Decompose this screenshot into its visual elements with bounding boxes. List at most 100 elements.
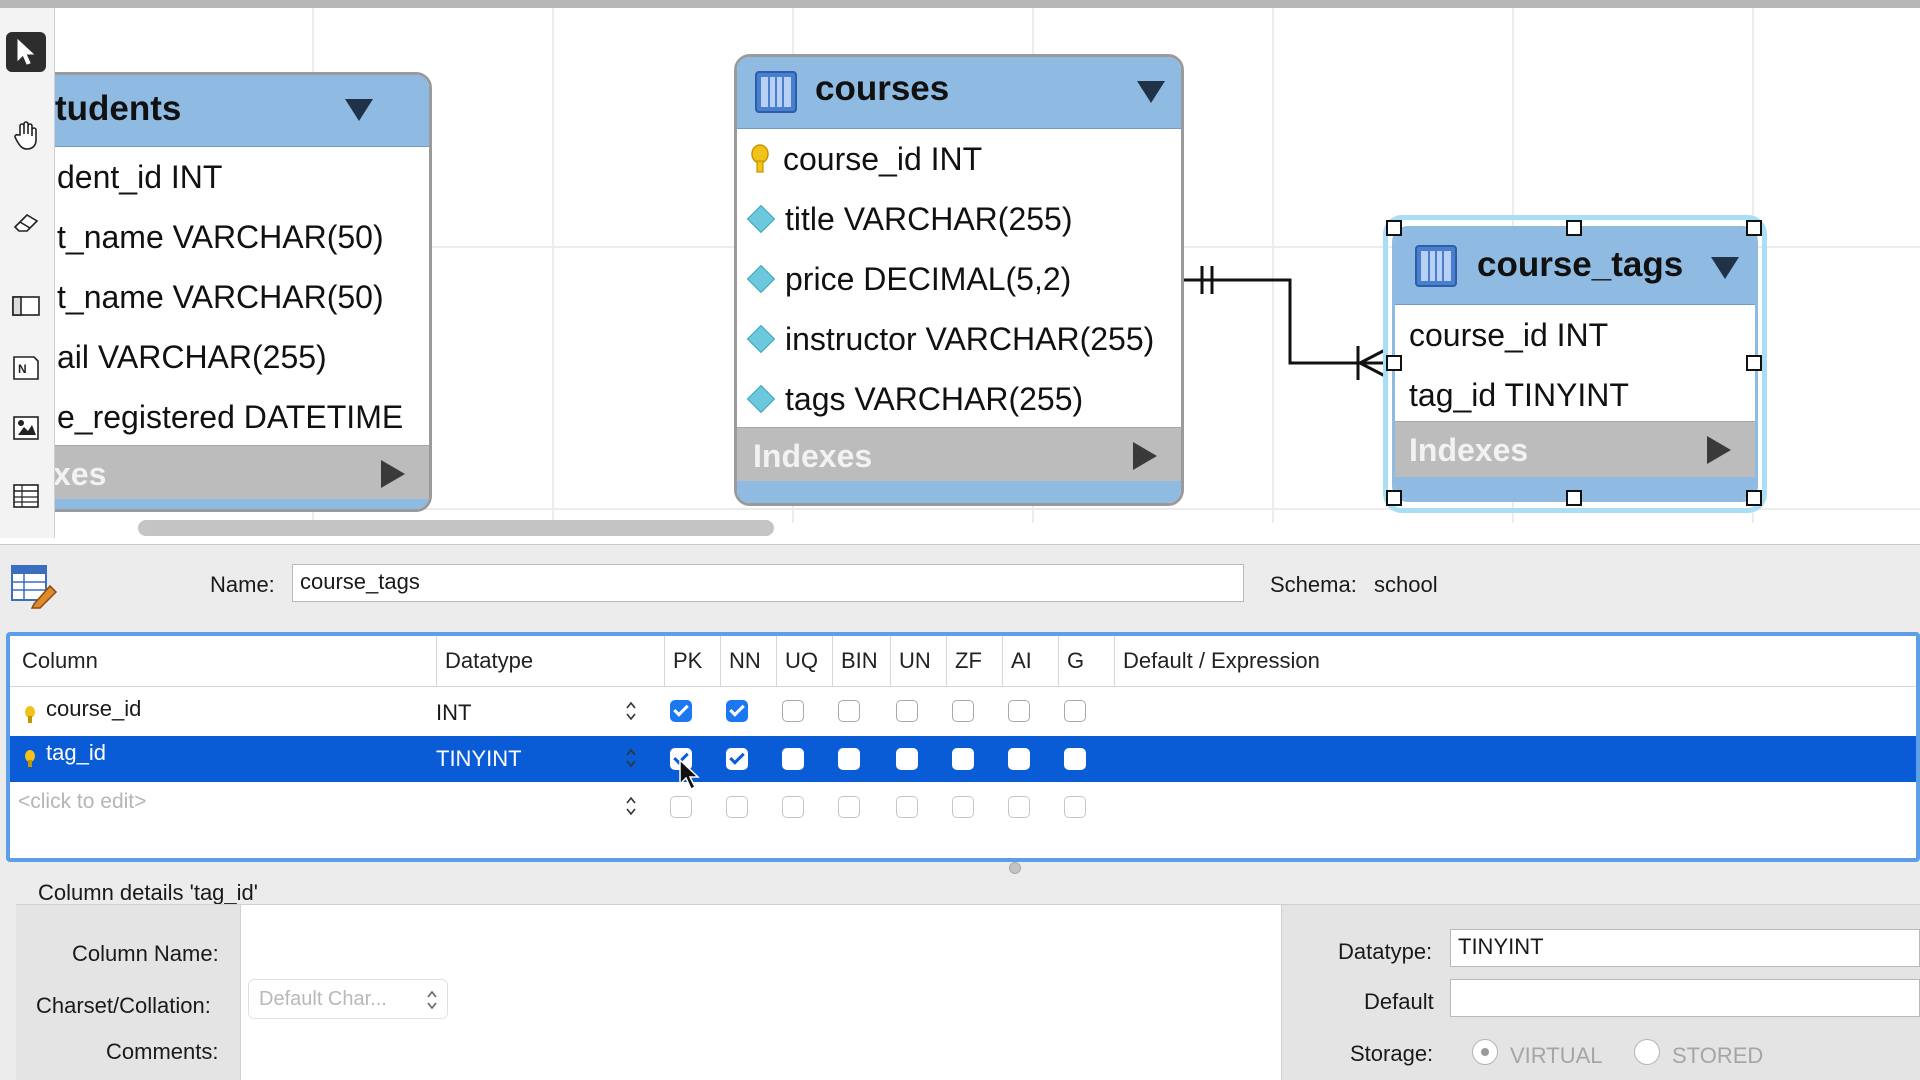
datatype-input[interactable]: TINYINT — [1450, 929, 1920, 967]
resize-handle[interactable] — [1386, 355, 1402, 371]
g-checkbox[interactable] — [1064, 796, 1086, 818]
ai-checkbox[interactable] — [1008, 700, 1030, 722]
table-header[interactable]: courses — [737, 57, 1181, 129]
expand-arrow-icon[interactable] — [1133, 442, 1157, 470]
table-column-row[interactable]: t_name VARCHAR(50) — [0, 267, 429, 327]
horizontal-scrollbar[interactable] — [138, 520, 774, 536]
table-title: courses — [815, 69, 950, 108]
header-column[interactable]: Column — [14, 636, 436, 686]
indexes-section[interactable]: Indexes — [737, 427, 1181, 485]
resize-handle[interactable] — [1386, 220, 1402, 236]
collapse-triangle-icon[interactable] — [1137, 81, 1165, 103]
un-checkbox[interactable] — [896, 700, 918, 722]
bin-checkbox[interactable] — [838, 796, 860, 818]
new-row[interactable]: <click to edit> — [10, 782, 1916, 828]
un-checkbox[interactable] — [896, 748, 918, 770]
table-column-row[interactable]: title VARCHAR(255) — [737, 189, 1181, 249]
table-column-row[interactable]: dent_id INT — [0, 147, 429, 207]
header-zf[interactable]: ZF — [946, 636, 1002, 686]
nn-checkbox[interactable] — [726, 796, 748, 818]
columns-grid[interactable]: Column Datatype PK NN UQ BIN UN ZF AI G … — [6, 632, 1920, 862]
pk-checkbox[interactable] — [670, 796, 692, 818]
er-table-students[interactable]: tudents dent_id INT t_name VARCHAR(50) t… — [0, 72, 432, 512]
table-row[interactable]: course_id INT — [10, 688, 1916, 734]
relationship-connector[interactable] — [1180, 260, 1400, 380]
er-table-course-tags[interactable]: course_tags course_id INT tag_id TINYINT… — [1392, 226, 1758, 502]
storage-stored-radio[interactable] — [1634, 1039, 1660, 1065]
resize-handle[interactable] — [1746, 490, 1762, 506]
resize-handle[interactable] — [1566, 490, 1582, 506]
indexes-section[interactable]: xes — [0, 445, 429, 503]
column-name-cell[interactable]: course_id — [46, 696, 141, 722]
hand-tool-icon[interactable] — [6, 116, 46, 156]
nn-checkbox[interactable] — [726, 748, 748, 770]
expand-arrow-icon[interactable] — [381, 460, 405, 488]
eraser-tool-icon[interactable] — [6, 202, 46, 242]
table-row-selected[interactable]: tag_id TINYINT — [10, 736, 1916, 782]
header-g[interactable]: G — [1058, 636, 1114, 686]
charset-collation-select[interactable]: Default Char... — [248, 979, 448, 1019]
resize-handle[interactable] — [1566, 220, 1582, 236]
mouse-cursor-icon — [679, 758, 700, 791]
bin-checkbox[interactable] — [838, 748, 860, 770]
g-checkbox[interactable] — [1064, 748, 1086, 770]
table-column-row[interactable]: course_id INT — [1395, 305, 1755, 365]
collapse-triangle-icon[interactable] — [345, 99, 373, 121]
diagram-canvas[interactable]: tudents dent_id INT t_name VARCHAR(50) t… — [0, 0, 1920, 545]
header-uq[interactable]: UQ — [776, 636, 832, 686]
note-tool-icon[interactable]: N — [6, 348, 46, 388]
expand-arrow-icon[interactable] — [1707, 436, 1731, 464]
ai-checkbox[interactable] — [1008, 796, 1030, 818]
default-input[interactable] — [1450, 979, 1920, 1017]
pointer-tool-icon[interactable] — [6, 32, 46, 72]
table-name-input[interactable]: course_tags — [292, 564, 1244, 602]
table-column-row[interactable]: ail VARCHAR(255) — [0, 327, 429, 387]
datatype-stepper-icon[interactable] — [624, 699, 638, 723]
header-default-expression[interactable]: Default / Expression — [1114, 636, 1914, 686]
table-column-row[interactable]: course_id INT — [737, 129, 1181, 189]
header-datatype[interactable]: Datatype — [436, 636, 664, 686]
header-pk[interactable]: PK — [664, 636, 720, 686]
zf-checkbox[interactable] — [952, 700, 974, 722]
header-bin[interactable]: BIN — [832, 636, 890, 686]
un-checkbox[interactable] — [896, 796, 918, 818]
image-tool-icon[interactable] — [6, 408, 46, 448]
bin-checkbox[interactable] — [838, 700, 860, 722]
table-column-row[interactable]: t_name VARCHAR(50) — [0, 207, 429, 267]
storage-virtual-radio[interactable] — [1472, 1039, 1498, 1065]
table-column-row[interactable]: instructor VARCHAR(255) — [737, 309, 1181, 369]
datatype-stepper-icon[interactable] — [624, 794, 638, 818]
click-to-edit-placeholder[interactable]: <click to edit> — [18, 790, 146, 814]
indexes-section[interactable]: Indexes — [1395, 421, 1755, 479]
uq-checkbox[interactable] — [782, 748, 804, 770]
zf-checkbox[interactable] — [952, 796, 974, 818]
header-un[interactable]: UN — [890, 636, 946, 686]
table-header[interactable]: course_tags — [1395, 229, 1755, 305]
ai-checkbox[interactable] — [1008, 748, 1030, 770]
layer-tool-icon[interactable] — [6, 286, 46, 326]
resize-handle[interactable] — [1746, 220, 1762, 236]
table-tool-icon[interactable] — [6, 476, 46, 516]
zf-checkbox[interactable] — [952, 748, 974, 770]
header-ai[interactable]: AI — [1002, 636, 1058, 686]
g-checkbox[interactable] — [1064, 700, 1086, 722]
column-name-cell[interactable]: tag_id — [46, 740, 106, 766]
table-column-row[interactable]: price DECIMAL(5,2) — [737, 249, 1181, 309]
datatype-cell[interactable]: TINYINT — [436, 746, 522, 772]
splitter-handle[interactable] — [1009, 862, 1021, 874]
datatype-stepper-icon[interactable] — [624, 746, 638, 770]
er-table-courses[interactable]: courses course_id INT title VARCHAR(255)… — [734, 54, 1184, 506]
table-column-row[interactable]: e_registered DATETIME — [0, 387, 429, 447]
header-nn[interactable]: NN — [720, 636, 776, 686]
table-column-row[interactable]: tags VARCHAR(255) — [737, 369, 1181, 429]
collapse-triangle-icon[interactable] — [1711, 257, 1739, 279]
table-column-row[interactable]: tag_id TINYINT — [1395, 365, 1755, 425]
uq-checkbox[interactable] — [782, 700, 804, 722]
datatype-cell[interactable]: INT — [436, 700, 471, 726]
resize-handle[interactable] — [1746, 355, 1762, 371]
table-header[interactable]: tudents — [0, 75, 429, 147]
uq-checkbox[interactable] — [782, 796, 804, 818]
pk-checkbox[interactable] — [670, 700, 692, 722]
nn-checkbox[interactable] — [726, 700, 748, 722]
resize-handle[interactable] — [1386, 490, 1402, 506]
